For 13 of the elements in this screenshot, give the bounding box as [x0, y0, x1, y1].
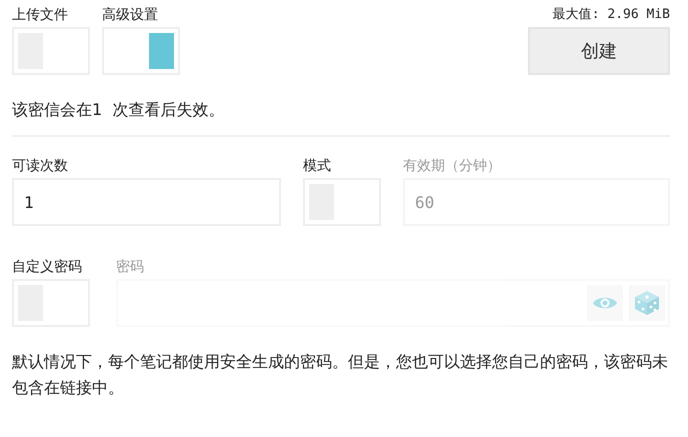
toggle-label: 上传文件 [12, 6, 69, 24]
toggle-label: 模式 [303, 157, 332, 175]
expiry-notice: 该密信会在1 次查看后失效。 [12, 99, 226, 121]
field-label: 有效期（分钟） [403, 157, 502, 175]
max-size-text: 最大值: 2.96 MiB [552, 6, 670, 24]
toggle-label: 自定义密码 [12, 258, 83, 276]
read-count-field[interactable]: 1 [12, 178, 281, 226]
toggle-label: 高级设置 [102, 6, 159, 24]
field-label: 可读次数 [12, 157, 69, 175]
help-text: 默认情况下，每个笔记都使用安全生成的密码。但是，您也可以选择您自己的密码，该密码未包含在链接中。 [12, 351, 669, 399]
advanced-toggle[interactable] [102, 27, 180, 75]
field-label: 密码 [116, 258, 145, 276]
create-button[interactable]: 创建 [528, 27, 670, 75]
